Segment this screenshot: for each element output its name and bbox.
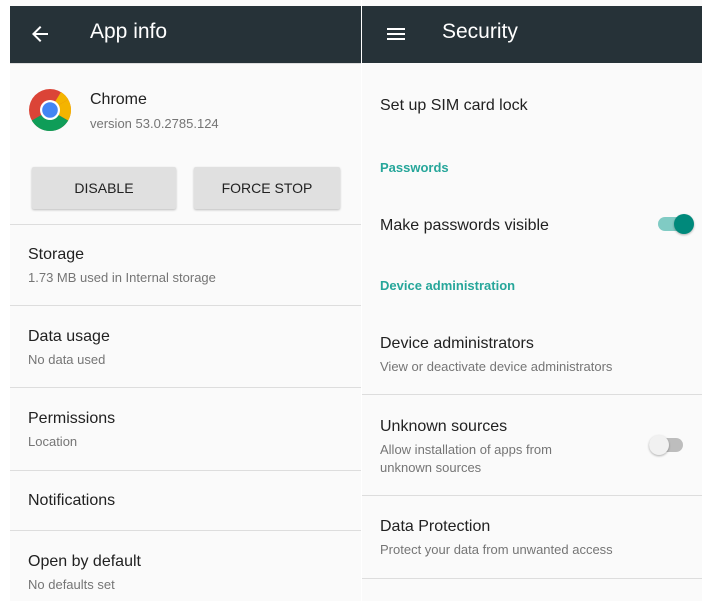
item-subtitle-line2: unknown sources (380, 460, 482, 475)
chrome-icon (29, 89, 72, 131)
disable-button[interactable]: Disable (32, 167, 176, 209)
hamburger-menu-icon[interactable] (384, 22, 408, 46)
app-name: Chrome (90, 91, 147, 108)
app-info-screen: App info Chrome version 53.0.2785.124 Di… (10, 0, 361, 601)
item-title: Data Protection (380, 518, 491, 535)
item-title: Make passwords visible (380, 217, 549, 234)
unknown-sources-toggle[interactable] (649, 435, 685, 455)
item-title: Notifications (28, 492, 116, 509)
force-stop-button[interactable]: Force stop (194, 167, 340, 209)
page-title: Security (442, 20, 518, 43)
item-title: Open by default (28, 553, 141, 570)
list-item-data-usage[interactable]: Data usage No data used (10, 306, 361, 386)
passwords-section-header: Passwords (380, 160, 449, 175)
device-administrators-item[interactable]: Device administrators View or deactivate… (362, 310, 702, 394)
arrow-back-icon[interactable] (28, 22, 52, 46)
app-bar: App info (10, 6, 361, 63)
item-subtitle: No data used (28, 352, 106, 367)
item-subtitle: Location (28, 434, 78, 449)
make-passwords-visible-toggle[interactable] (658, 214, 694, 234)
list-item-open-by-default[interactable]: Open by default No defaults set (10, 531, 361, 601)
make-passwords-visible-item[interactable]: Make passwords visible (362, 190, 702, 260)
item-title: Permissions (28, 410, 116, 427)
sim-card-lock-item[interactable]: Set up SIM card lock (362, 63, 702, 145)
item-title: Unknown sources (380, 418, 508, 435)
data-protection-item[interactable]: Data Protection Protect your data from u… (362, 496, 702, 578)
item-subtitle: No defaults set (28, 577, 115, 592)
item-subtitle-line1: Allow installation of apps from (380, 442, 552, 457)
list-item-notifications[interactable]: Notifications (10, 471, 361, 529)
item-title: Set up SIM card lock (380, 97, 528, 114)
app-bar: Security (362, 6, 702, 63)
unknown-sources-item[interactable]: Unknown sources Allow installation of ap… (362, 395, 702, 495)
app-version: version 53.0.2785.124 (90, 116, 219, 131)
item-subtitle: 1.73 MB used in Internal storage (28, 270, 216, 285)
item-subtitle: View or deactivate device administrators (380, 359, 613, 374)
item-title: Storage (28, 246, 85, 263)
item-title: Data usage (28, 328, 110, 345)
device-administration-section-header: Device administration (380, 278, 516, 293)
page-title: App info (90, 20, 168, 43)
item-subtitle: Protect your data from unwanted access (380, 542, 613, 557)
list-item-storage[interactable]: Storage 1.73 MB used in Internal storage (10, 225, 361, 305)
security-screen: Security Set up SIM card lock Passwords … (362, 0, 702, 601)
item-title: Device administrators (380, 335, 534, 352)
list-item-permissions[interactable]: Permissions Location (10, 388, 361, 470)
